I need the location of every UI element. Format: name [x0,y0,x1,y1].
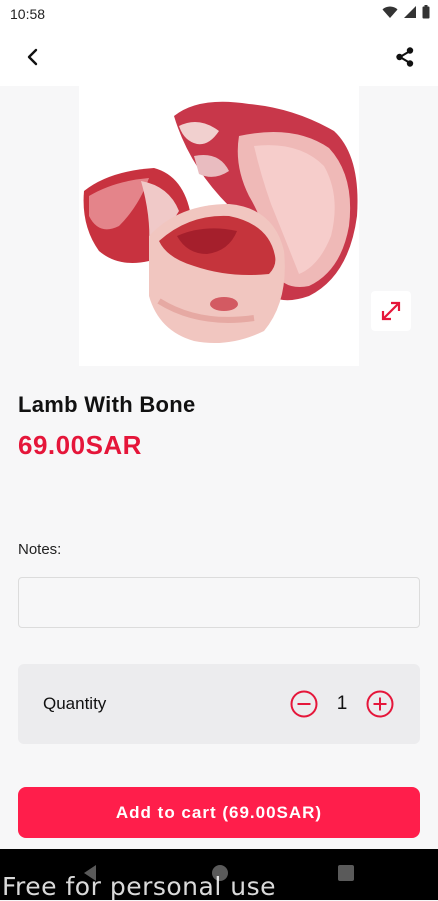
status-icons [382,5,430,19]
product-title: Lamb With Bone [18,392,196,417]
plus-circle-icon[interactable] [365,689,395,719]
quantity-label: Quantity [43,694,107,713]
status-time: 10:58 [10,6,46,22]
notes-input[interactable] [18,577,420,628]
expand-icon [381,301,401,321]
add-to-cart-button[interactable]: Add to cart (69.00SAR) [18,787,420,838]
battery-icon [422,5,430,19]
share-button[interactable] [390,42,420,72]
product-image[interactable] [79,86,359,366]
wifi-icon [382,6,398,18]
nav-recents-icon[interactable] [338,865,354,881]
minus-circle-icon[interactable] [289,689,319,719]
status-bar: 10:58 [0,0,438,28]
quantity-panel: Quantity 1 [18,664,420,744]
expand-image-button[interactable] [371,291,411,331]
notes-label: Notes: [18,541,62,558]
back-button[interactable] [18,42,48,72]
lamb-with-bone-photo [79,86,359,366]
back-arrow-icon [27,48,38,66]
app-bar [0,28,438,86]
product-price: 69.00SAR [18,430,142,460]
watermark: Free for personal use [2,872,276,901]
signal-icon [404,6,416,18]
quantity-value: 1 [336,693,348,714]
share-icon [396,47,414,67]
